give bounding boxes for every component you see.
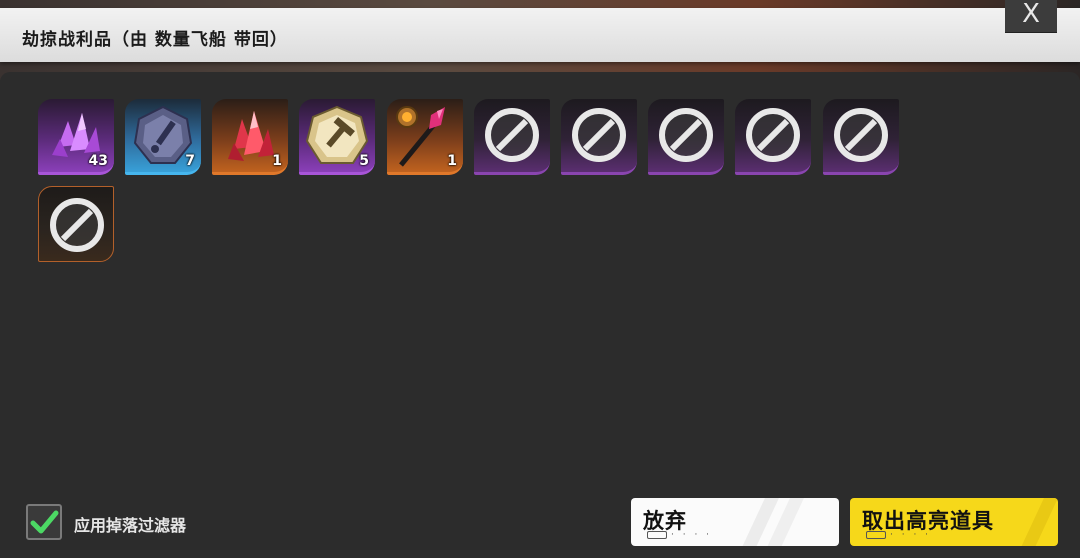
loot-item[interactable]: 7 [125, 99, 201, 175]
blocked-icon [746, 108, 800, 162]
key-hint-icon [647, 531, 667, 539]
key-hint-dots: · · · · [890, 530, 932, 540]
check-icon [30, 510, 59, 534]
key-hint-dots: · · · · [671, 530, 713, 540]
dialog-title: 劫掠战利品（由 数量飞船 带回） [22, 30, 288, 50]
blocked-icon [50, 198, 104, 252]
blocked-icon [659, 108, 713, 162]
loot-item[interactable]: 5 [299, 99, 375, 175]
blocked-icon [834, 108, 888, 162]
abandon-button[interactable]: 放弃 · · · · [631, 498, 839, 546]
loot-item[interactable] [561, 99, 637, 175]
item-count: 5 [359, 153, 369, 169]
item-count: 1 [272, 153, 282, 169]
loot-item[interactable] [823, 99, 899, 175]
filter-label: 应用掉落过滤器 [74, 516, 187, 535]
item-count: 7 [185, 153, 195, 169]
loot-item[interactable]: 1 [212, 99, 288, 175]
loot-item[interactable] [648, 99, 724, 175]
blocked-icon [485, 108, 539, 162]
item-count: 43 [88, 153, 108, 169]
filter-checkbox[interactable] [26, 504, 62, 540]
key-hint-icon [866, 531, 886, 539]
take-highlighted-button[interactable]: 取出高亮道具 · · · · [850, 498, 1058, 546]
loot-item[interactable] [38, 186, 114, 262]
dialog-title-bar: 劫掠战利品（由 数量飞船 带回） [0, 8, 1080, 62]
close-button[interactable]: X [1005, 0, 1057, 33]
loot-item[interactable]: 1 [387, 99, 463, 175]
blocked-icon [572, 108, 626, 162]
loot-item[interactable] [474, 99, 550, 175]
item-count: 1 [447, 153, 457, 169]
button-stripe [1016, 498, 1058, 546]
loot-item[interactable] [735, 99, 811, 175]
loot-item[interactable]: 43 [38, 99, 114, 175]
